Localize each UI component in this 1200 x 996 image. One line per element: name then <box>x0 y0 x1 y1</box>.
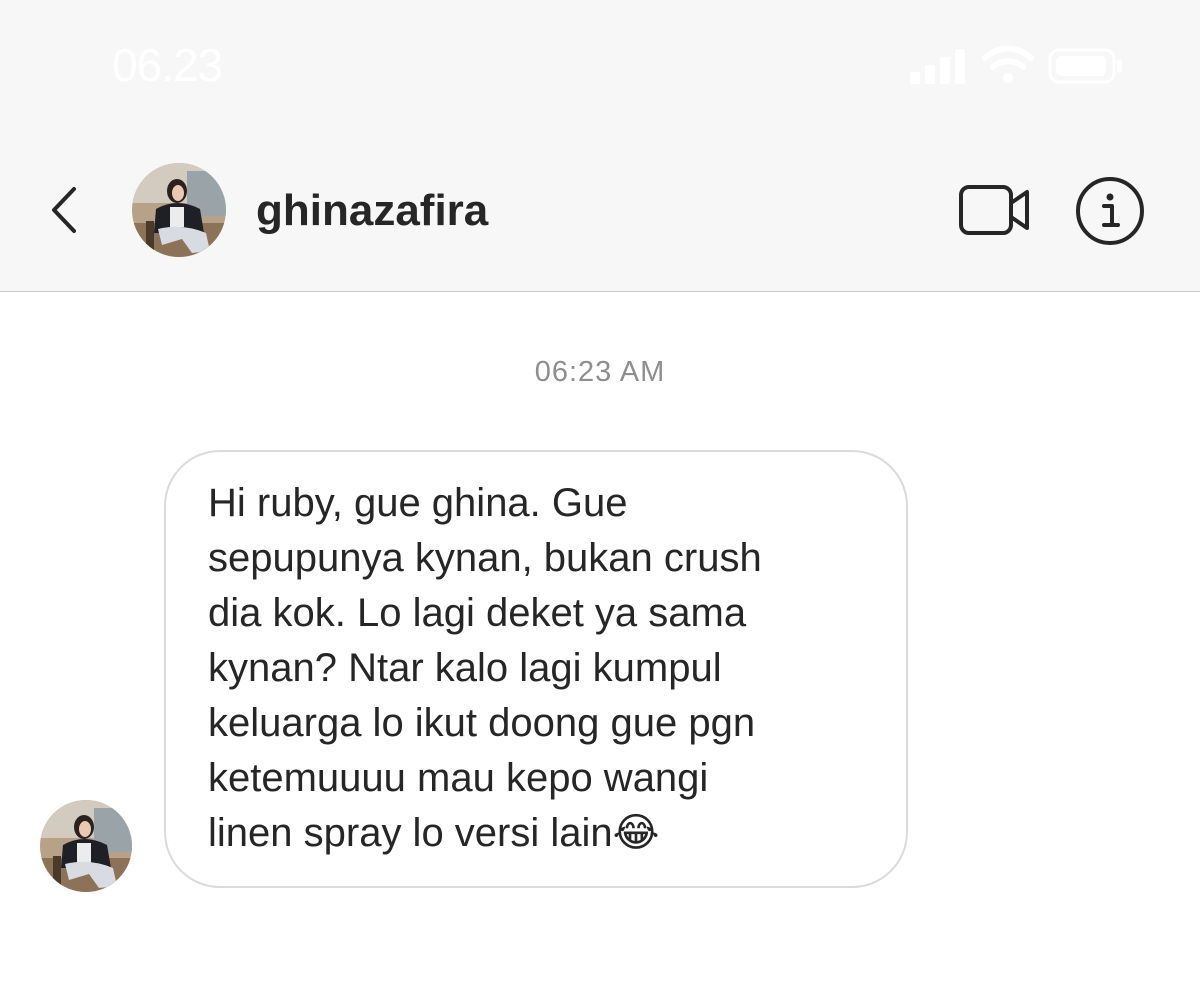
chevron-left-icon <box>52 187 76 233</box>
message-text: Hi ruby, gue ghina. Gue sepupunya kynan,… <box>208 481 762 855</box>
battery-icon <box>1048 48 1122 84</box>
video-call-button[interactable] <box>957 181 1033 239</box>
video-camera-icon <box>959 185 1029 235</box>
signal-icon <box>910 49 965 84</box>
message-timestamp: 06:23 AM <box>534 356 666 388</box>
sender-profile-photo <box>40 800 132 892</box>
info-icon <box>1076 177 1144 245</box>
profile-photo <box>132 163 226 257</box>
wifi-icon <box>982 45 1034 83</box>
sender-avatar[interactable] <box>40 800 132 892</box>
conversation-username[interactable]: ghinazafira <box>256 186 488 236</box>
avatar[interactable] <box>132 163 226 257</box>
header-bar: 06.23 ghinazafira <box>0 0 1200 292</box>
info-button[interactable] <box>1074 175 1146 247</box>
status-time: 06.23 <box>112 39 223 91</box>
back-button[interactable] <box>40 180 88 240</box>
